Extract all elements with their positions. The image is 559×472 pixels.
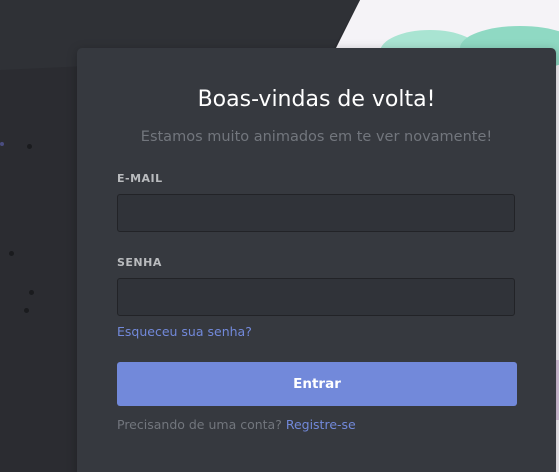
- need-account-text: Precisando de uma conta?: [117, 417, 282, 432]
- register-row: Precisando de uma conta? Registre-se: [117, 417, 356, 432]
- decorative-dot: [27, 144, 32, 149]
- email-label: E-MAIL: [117, 172, 163, 185]
- decorative-dot: [29, 290, 34, 295]
- login-title: Boas-vindas de volta!: [197, 87, 436, 112]
- login-subtitle: Estamos muito animados em te ver novamen…: [140, 129, 493, 145]
- password-field[interactable]: [117, 278, 515, 316]
- email-field[interactable]: [117, 194, 515, 232]
- login-card: Boas-vindas de volta! Estamos muito anim…: [77, 48, 556, 472]
- register-link[interactable]: Registre-se: [286, 417, 356, 432]
- decorative-dot: [24, 308, 29, 313]
- decorative-dot: [9, 251, 14, 256]
- password-label: SENHA: [117, 256, 162, 269]
- login-page: Boas-vindas de volta! Estamos muito anim…: [0, 0, 559, 472]
- login-button[interactable]: Entrar: [117, 362, 517, 406]
- forgot-password-link[interactable]: Esqueceu sua senha?: [117, 324, 252, 339]
- decorative-dot: [0, 142, 4, 146]
